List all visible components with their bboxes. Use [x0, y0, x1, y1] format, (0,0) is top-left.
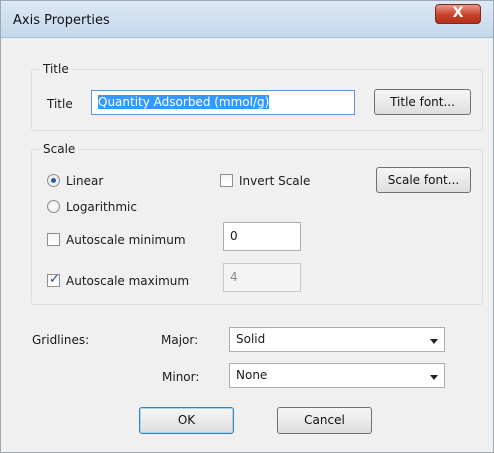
minor-label: Minor: — [162, 370, 200, 384]
autoscale-maximum-checkbox[interactable]: ✓ — [47, 272, 60, 287]
scale-group: Scale Linear Logarithmic Invert Scale Sc… — [31, 142, 483, 305]
gridlines-label: Gridlines: — [32, 333, 90, 347]
major-gridlines-select[interactable]: Solid — [229, 327, 445, 352]
title-group-label: Title — [40, 62, 72, 76]
chevron-down-icon — [430, 339, 438, 344]
major-label: Major: — [161, 333, 199, 347]
major-gridlines-value: Solid — [236, 332, 266, 346]
title-group: Title Title Quantity Adsorbed (mmol/g) T… — [31, 62, 483, 131]
autoscale-minimum-input[interactable]: 0 — [223, 222, 301, 251]
scale-font-button[interactable]: Scale font... — [376, 167, 471, 193]
minor-gridlines-value: None — [236, 368, 268, 382]
dialog-title: Axis Properties — [13, 13, 110, 28]
close-button[interactable]: X — [435, 4, 481, 24]
cancel-button[interactable]: Cancel — [277, 407, 372, 434]
autoscale-minimum-checkbox[interactable] — [47, 233, 60, 246]
chevron-down-icon — [430, 375, 438, 380]
title-field-label: Title — [47, 97, 73, 111]
checkmark-icon: ✓ — [49, 272, 60, 287]
title-input-value: Quantity Adsorbed (mmol/g) — [98, 95, 270, 109]
invert-scale-label[interactable]: Invert Scale — [239, 174, 310, 188]
title-bar[interactable]: Axis Properties X — [1, 1, 493, 38]
logarithmic-label[interactable]: Logarithmic — [66, 200, 137, 214]
logarithmic-radio[interactable] — [47, 200, 60, 213]
scale-group-label: Scale — [40, 142, 79, 156]
minor-gridlines-select[interactable]: None — [229, 363, 445, 388]
autoscale-minimum-label[interactable]: Autoscale minimum — [66, 233, 186, 247]
linear-radio[interactable] — [47, 174, 60, 187]
autoscale-maximum-label[interactable]: Autoscale maximum — [66, 274, 189, 288]
close-icon: X — [452, 5, 464, 21]
ok-button[interactable]: OK — [139, 407, 234, 434]
axis-properties-dialog: Axis Properties X Title Title Quantity A… — [0, 0, 494, 453]
autoscale-maximum-input: 4 — [223, 263, 301, 292]
linear-label[interactable]: Linear — [66, 174, 103, 188]
title-font-button[interactable]: Title font... — [374, 89, 471, 115]
title-input[interactable]: Quantity Adsorbed (mmol/g) — [91, 90, 355, 115]
invert-scale-checkbox[interactable] — [220, 174, 233, 187]
